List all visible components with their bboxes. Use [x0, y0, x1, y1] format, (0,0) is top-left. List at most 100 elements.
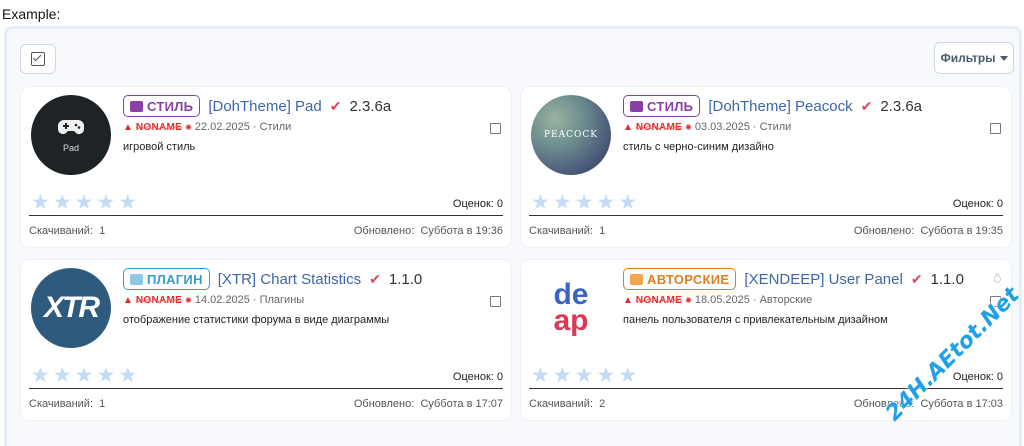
- user-icon: ▲: [123, 121, 133, 133]
- star-icon[interactable]: ★: [75, 365, 94, 386]
- resource-description: панель пользователя с привлекательным ди…: [623, 314, 888, 326]
- image-icon: [130, 100, 143, 112]
- filters-button[interactable]: Фильтры: [934, 42, 1014, 74]
- updated-info: Обновлено: Суббота в 19:35: [854, 225, 1003, 237]
- author-link[interactable]: NONAME: [136, 295, 182, 306]
- resource-version: 2.3.6a: [880, 97, 923, 115]
- category-badge[interactable]: СТИЛЬ: [623, 95, 701, 117]
- author-link[interactable]: NONAME: [136, 122, 182, 133]
- downloads-label: Скачиваний:: [29, 225, 94, 237]
- resource-avatar[interactable]: de ap: [531, 268, 611, 348]
- publish-date: 14.02.2025: [194, 294, 250, 306]
- badge-label: АВТОРСКИЕ: [647, 271, 730, 287]
- downloads-value: 1: [599, 225, 606, 237]
- checkbox-icon: [31, 52, 45, 66]
- medal-icon: ⍥: [993, 272, 1001, 286]
- badge-label: СТИЛЬ: [647, 98, 694, 114]
- avatar-text: Pad: [62, 143, 79, 153]
- checkmark-icon: ✔: [369, 270, 381, 287]
- star-icon[interactable]: ★: [575, 192, 594, 213]
- updated-label: Обновлено:: [353, 398, 415, 410]
- resource-list-panel: Фильтры Pad СТИЛЬ [DohTheme] Pad ✔ 2.3.6…: [4, 26, 1022, 446]
- select-checkbox[interactable]: [490, 123, 501, 134]
- resource-title-link[interactable]: [XENDEEP] User Panel: [744, 271, 902, 288]
- star-badge-icon: ✺: [685, 122, 692, 132]
- updated-info: Обновлено: Суббота в 17:07: [354, 398, 503, 410]
- resource-description: стиль с черно-синим дизайно: [623, 141, 774, 153]
- ratings-count: Оценок: 0: [452, 371, 503, 383]
- category-link[interactable]: Стили: [760, 121, 792, 133]
- meta-separator: ·: [252, 121, 257, 133]
- updated-time: Суббота в 19:35: [920, 225, 1003, 237]
- resource-title-link[interactable]: [XTR] Chart Statistics: [218, 271, 361, 288]
- select-checkbox[interactable]: [490, 296, 501, 307]
- puzzle-icon: [130, 273, 143, 285]
- star-icon[interactable]: ★: [75, 192, 94, 213]
- category-badge[interactable]: АВТОРСКИЕ: [623, 268, 737, 290]
- checkmark-icon: ✔: [860, 97, 873, 114]
- star-icon[interactable]: ★: [531, 192, 550, 213]
- resource-title-link[interactable]: [DohTheme] Pad: [208, 98, 321, 115]
- example-label: Example:: [2, 6, 61, 22]
- star-icon[interactable]: ★: [118, 192, 137, 213]
- select-all-button[interactable]: [20, 44, 56, 74]
- star-badge-icon: ✺: [185, 122, 192, 132]
- star-icon[interactable]: ★: [31, 192, 50, 213]
- rating-stars[interactable]: ★ ★ ★ ★ ★: [531, 365, 637, 386]
- resource-version: 1.1.0: [388, 270, 423, 288]
- divider: [29, 388, 503, 389]
- star-icon[interactable]: ★: [53, 365, 72, 386]
- publish-date: 18.05.2025: [694, 294, 750, 306]
- resource-avatar[interactable]: Pad: [31, 95, 111, 175]
- meta-separator: ·: [752, 121, 757, 133]
- resource-avatar[interactable]: XTR: [31, 268, 111, 348]
- downloads-label: Скачиваний:: [529, 225, 594, 237]
- star-icon[interactable]: ★: [553, 365, 572, 386]
- checkmark-icon: ✔: [910, 270, 923, 287]
- star-icon[interactable]: ★: [31, 365, 50, 386]
- updated-time: Суббота в 19:36: [420, 225, 503, 237]
- downloads-count: Скачиваний: 1: [29, 398, 105, 410]
- meta-separator: ·: [752, 294, 757, 306]
- resource-card: XTR ПЛАГИН [XTR] Chart Statistics ✔ 1.1.…: [21, 260, 511, 420]
- rating-stars[interactable]: ★ ★ ★ ★ ★: [31, 192, 137, 213]
- star-icon[interactable]: ★: [118, 365, 137, 386]
- resource-card: PEACOCK СТИЛЬ [DohTheme] Peacock ✔ 2.3.6…: [521, 87, 1011, 247]
- downloads-value: 1: [99, 398, 106, 410]
- avatar-text: PEACOCK: [544, 130, 598, 140]
- author-link[interactable]: NONAME: [636, 122, 682, 133]
- category-badge[interactable]: СТИЛЬ: [123, 95, 201, 117]
- category-link[interactable]: Авторские: [760, 294, 813, 306]
- updated-time: Суббота в 17:07: [420, 398, 503, 410]
- downloads-label: Скачиваний:: [529, 398, 594, 410]
- star-icon[interactable]: ★: [618, 192, 637, 213]
- downloads-label: Скачиваний:: [29, 398, 94, 410]
- star-badge-icon: ✺: [185, 295, 192, 305]
- star-icon[interactable]: ★: [596, 365, 615, 386]
- updated-info: Обновлено: Суббота в 19:36: [354, 225, 503, 237]
- star-icon[interactable]: ★: [618, 365, 637, 386]
- star-icon[interactable]: ★: [531, 365, 550, 386]
- category-link[interactable]: Стили: [260, 121, 292, 133]
- star-icon[interactable]: ★: [53, 192, 72, 213]
- star-icon[interactable]: ★: [575, 365, 594, 386]
- star-icon[interactable]: ★: [596, 192, 615, 213]
- category-badge[interactable]: ПЛАГИН: [123, 268, 210, 290]
- resource-avatar[interactable]: PEACOCK: [531, 95, 611, 175]
- author-link[interactable]: NONAME: [636, 295, 682, 306]
- star-icon[interactable]: ★: [96, 192, 115, 213]
- resource-version: 1.1.0: [930, 270, 964, 288]
- downloads-count: Скачиваний: 2: [529, 398, 605, 410]
- resource-title-link[interactable]: [DohTheme] Peacock: [708, 98, 852, 115]
- checkmark-icon: ✔: [329, 97, 342, 114]
- star-icon[interactable]: ★: [96, 365, 115, 386]
- downloads-value: 1: [99, 225, 106, 237]
- resource-description: отображение статистики форума в виде диа…: [123, 314, 390, 326]
- rating-stars[interactable]: ★ ★ ★ ★ ★: [31, 365, 137, 386]
- filters-label: Фильтры: [940, 51, 996, 65]
- star-icon[interactable]: ★: [553, 192, 572, 213]
- select-checkbox[interactable]: [990, 123, 1001, 134]
- resource-version: 2.3.6a: [349, 97, 392, 115]
- category-link[interactable]: Плагины: [260, 294, 305, 306]
- rating-stars[interactable]: ★ ★ ★ ★ ★: [531, 192, 637, 213]
